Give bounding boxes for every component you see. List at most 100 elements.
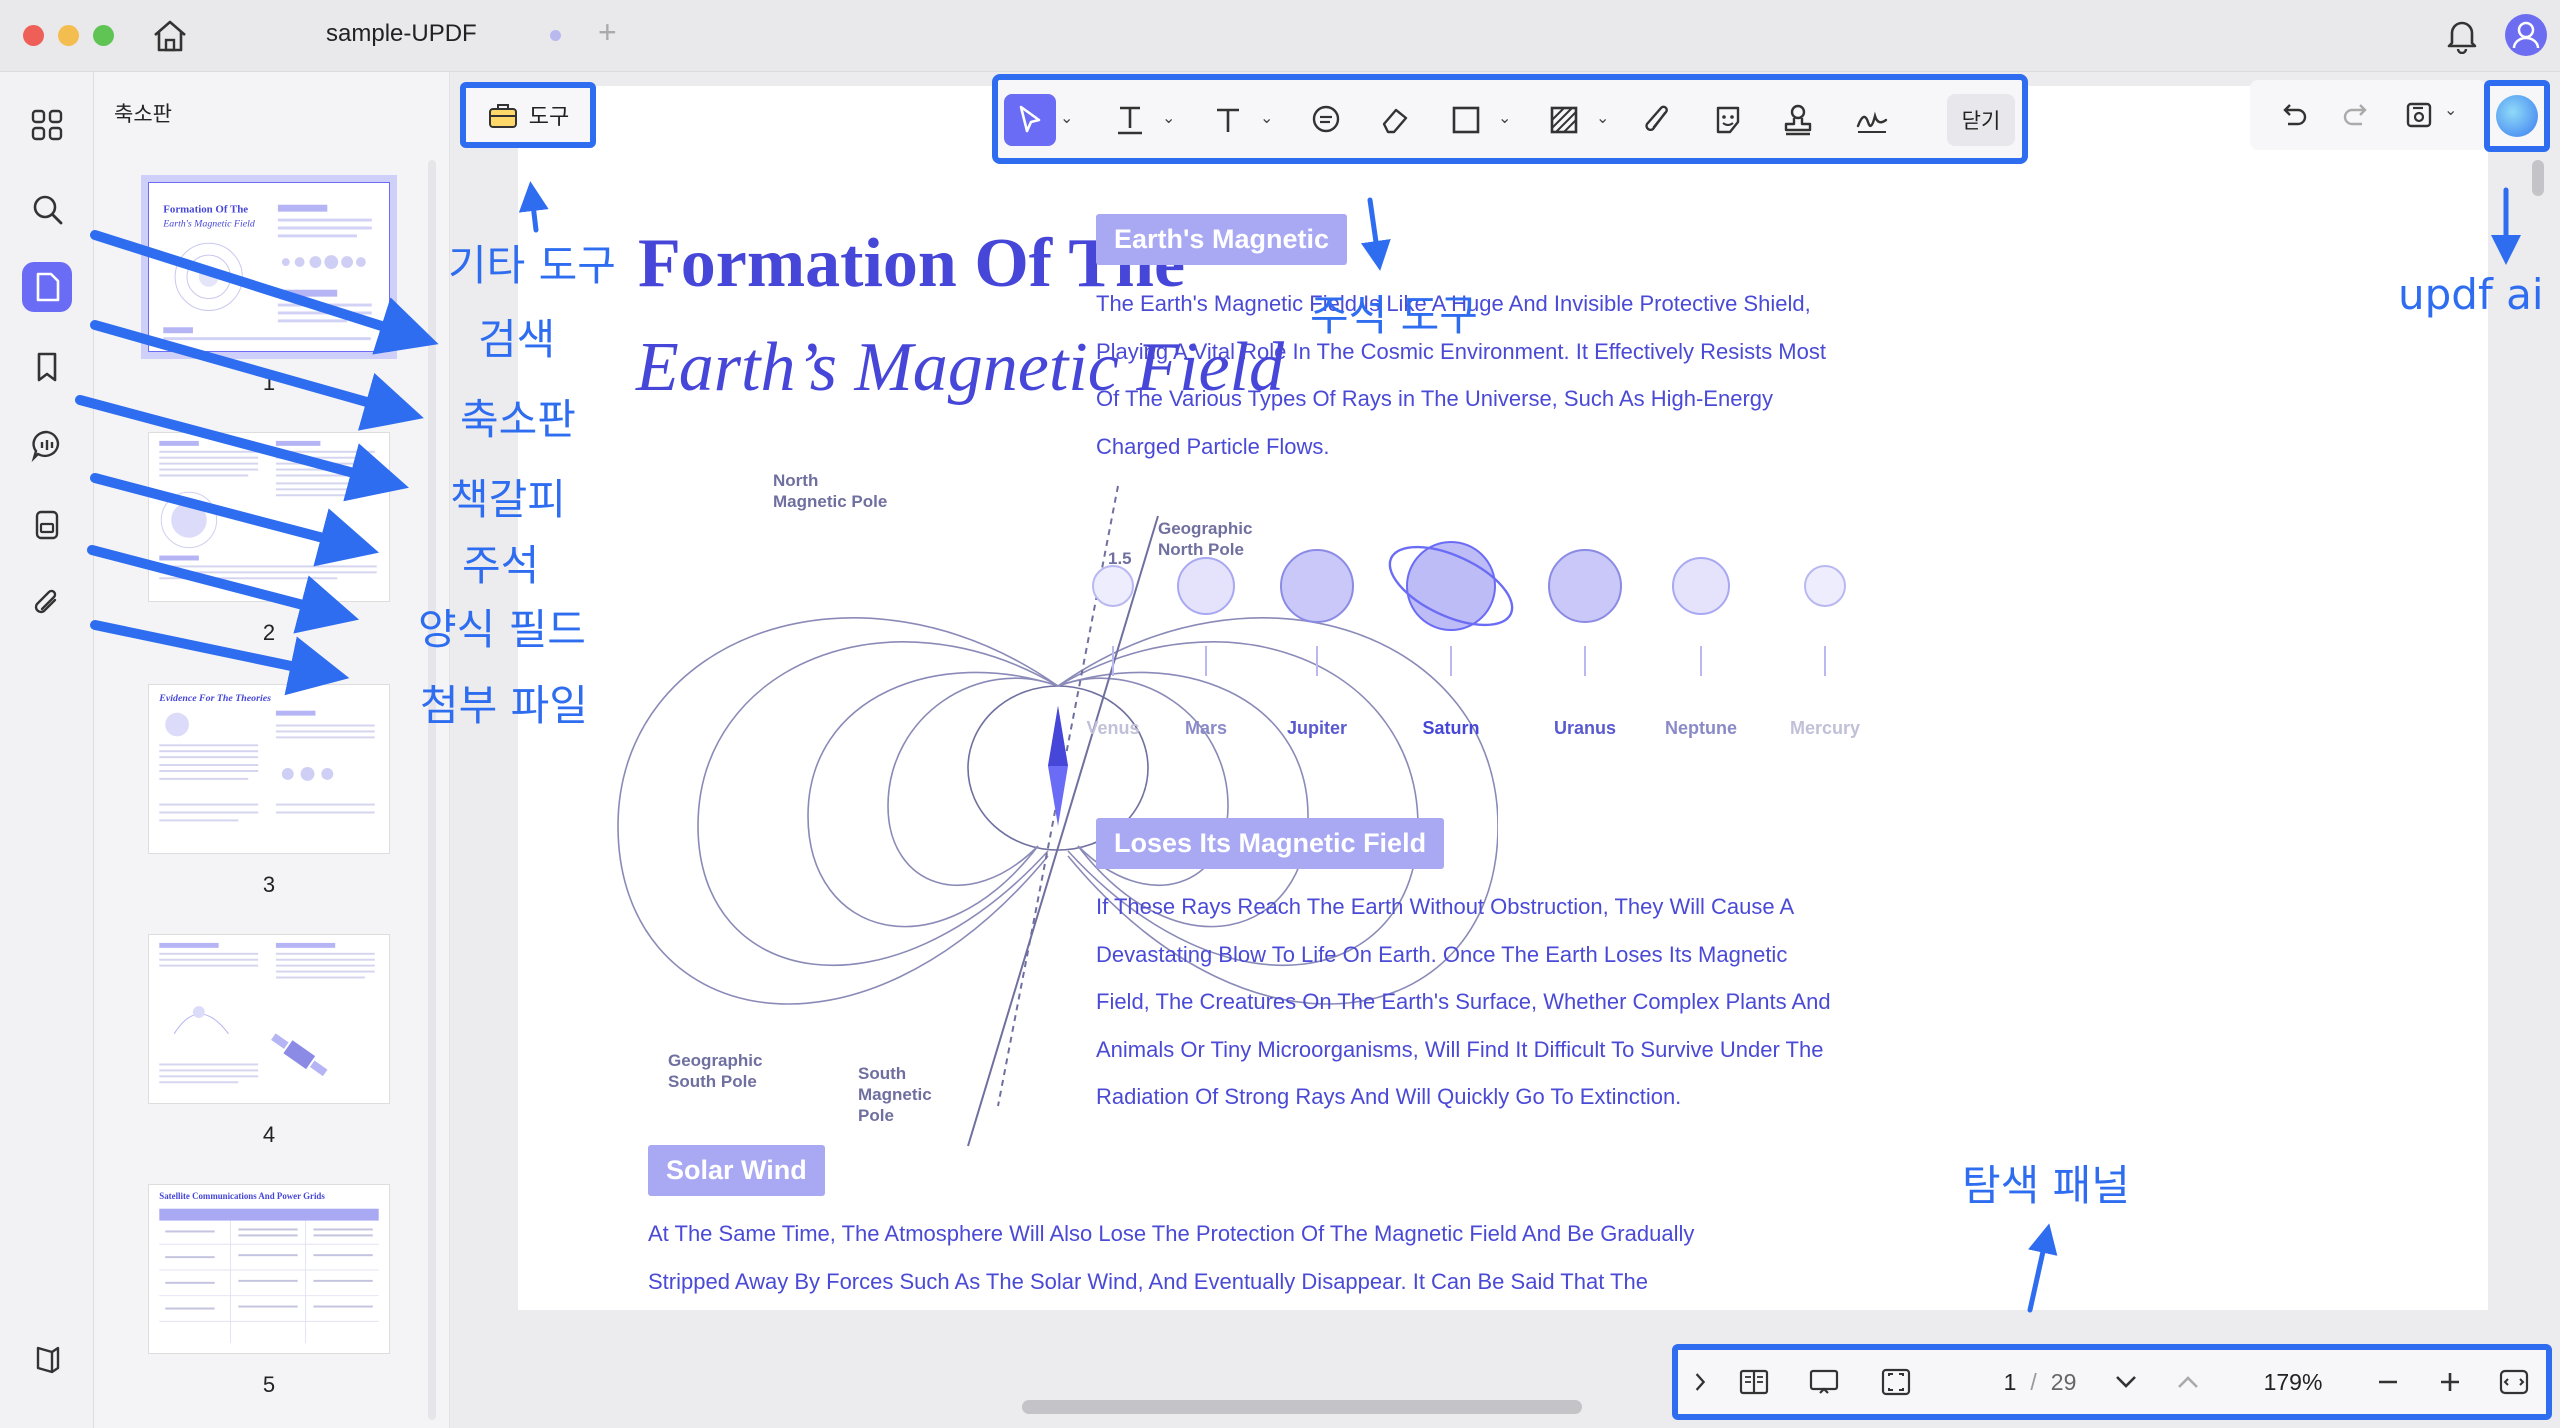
updf-ai-button[interactable] [2484,80,2550,152]
fit-width-icon[interactable] [2492,1362,2536,1402]
toolbox-icon [488,104,517,128]
section-tag-loses-magnetic-field: Loses Its Magnetic Field [1096,818,1445,869]
redo-icon[interactable] [2340,98,2374,132]
label-search: 검색 [478,315,556,364]
title-bar: sample-UPDF + [0,0,2560,72]
chevron-down-icon[interactable]: ⌄ [1162,108,1175,128]
planet-label: Uranus [1553,718,1616,738]
undo-icon[interactable] [2276,98,2310,132]
thumbnail-page-number: 2 [262,620,276,645]
svg-text:Satellite Communications And P: Satellite Communications And Power Grids [159,1191,325,1201]
left-icon-rail [0,72,94,1428]
thumbnail-page-number: 4 [262,1122,276,1147]
chevron-down-icon[interactable]: ⌄ [1596,108,1609,128]
label-annotation-tools: 주석 도구 [1310,291,1478,340]
bell-icon[interactable] [2444,16,2480,54]
current-page-input[interactable]: 1 [2004,1369,2017,1396]
close-window-button[interactable] [23,25,44,46]
svg-text:Evidence For The Theories: Evidence For The Theories [158,693,271,704]
document-horizontal-scrollbar[interactable] [1022,1400,1582,1414]
form-icon[interactable] [22,500,72,550]
bookmark-icon[interactable] [22,342,72,392]
svg-text:Magnetic Pole: Magnetic Pole [773,492,887,511]
chevron-down-icon[interactable]: ⌄ [1498,108,1511,128]
eraser-tool-icon[interactable] [1368,94,1420,146]
attachment-tool-icon[interactable] [1632,94,1684,146]
thumbnail-scrollbar[interactable] [428,160,436,1420]
planets-row [1092,541,1846,676]
previous-page-icon[interactable] [2168,1362,2208,1402]
chevron-down-icon[interactable]: ⌄ [2444,100,2457,120]
next-page-icon[interactable] [2106,1362,2146,1402]
text-tool-icon[interactable] [1202,94,1254,146]
document-tab-title[interactable]: sample-UPDF [326,20,477,48]
south-magnetic-label: South [858,1064,906,1083]
svg-text:Formation Of The: Formation Of The [163,204,248,216]
thumbnail-page-number: 1 [262,370,276,395]
planet-label: Mars [1184,718,1228,738]
area-highlight-tool-icon[interactable] [1538,94,1590,146]
shape-tool-icon[interactable] [1440,94,1492,146]
note-tool-icon[interactable] [1300,94,1352,146]
close-annotation-button[interactable]: 닫기 [1947,94,2015,146]
north-magnetic-label: North [773,471,818,490]
tools-button[interactable]: 도구 [460,82,596,148]
thumbnail-icon[interactable] [22,262,72,312]
zoom-in-icon[interactable] [2430,1362,2470,1402]
page-separator: / [2030,1368,2037,1395]
geographic-south-label: Geographic [668,1051,762,1070]
minimize-window-button[interactable] [58,25,79,46]
stamp-tool-icon[interactable] [1772,94,1824,146]
signature-tool-icon[interactable] [1846,94,1898,146]
page-layout-icon[interactable] [1732,1362,1776,1402]
presentation-icon[interactable] [1802,1362,1846,1402]
planet-label: Mercury [1789,718,1861,738]
plus-icon[interactable]: + [598,14,617,51]
page-indicator[interactable]: 1 / 29 [1970,1362,2110,1402]
attachment-icon[interactable] [22,578,72,628]
label-bookmarks: 책갈피 [450,475,566,524]
svg-text:South Pole: South Pole [668,1072,757,1091]
chevron-right-icon[interactable] [1686,1362,1716,1402]
planet-label: Neptune [1665,718,1737,738]
thumbnail-page-1[interactable]: Formation Of The Earth's Magnetic Field [141,175,397,359]
comment-icon[interactable] [22,420,72,470]
planet-label: Jupiter [1286,718,1347,738]
thumbnail-page-4[interactable] [148,934,390,1104]
total-pages: 29 [2050,1368,2077,1395]
pdf-page: Formation Of The Earth’s Magnetic Field … [518,86,2488,1310]
svg-text:Earth's Magnetic Field: Earth's Magnetic Field [162,218,255,229]
label-form-fields: 양식 필드 [418,605,586,654]
navigation-panel: 1 / 29 179% [1672,1344,2552,1420]
chevron-down-icon[interactable]: ⌄ [1060,108,1073,128]
save-icon[interactable] [2402,98,2436,132]
thumbnail-page-3[interactable]: Evidence For The Theories [148,684,390,854]
sticker-tool-icon[interactable] [1702,94,1754,146]
tools-button-label: 도구 [528,104,570,129]
thumbnail-panel: 축소판 Formation Of The Earth's Magnetic Fi… [94,72,450,1428]
thumbnail-panel-title: 축소판 [114,103,172,126]
section3-paragraph: At The Same Time, The Atmosphere Will Al… [648,1221,1695,1294]
text-highlight-tool-icon[interactable] [1104,94,1156,146]
document-vertical-scrollbar[interactable] [2532,160,2544,196]
zoom-out-icon[interactable] [2368,1362,2408,1402]
layers-icon[interactable] [22,1334,72,1384]
maximize-window-button[interactable] [93,25,114,46]
home-icon[interactable] [151,18,189,54]
grid-icon[interactable] [22,100,72,150]
annotation-toolbar: ⌄ ⌄ ⌄ ⌄ ⌄ 닫기 [992,74,2028,164]
thumbnail-page-2[interactable] [148,432,390,602]
chevron-down-icon[interactable]: ⌄ [1260,108,1273,128]
label-navigation-panel: 탐색 패널 [1962,1161,2130,1210]
zoom-level[interactable]: 179% [2238,1362,2348,1402]
fit-page-icon[interactable] [1874,1362,1918,1402]
planet-label: Saturn [1422,718,1480,738]
thumbnail-page-5[interactable]: Satellite Communications And Power Grids [148,1184,390,1354]
section2-paragraph: If These Rays Reach The Earth Without Ob… [1096,894,1831,1109]
thumbnail-page-number: 3 [262,872,276,897]
select-tool-icon[interactable] [1004,94,1056,146]
unsaved-dot-icon [550,30,561,41]
label-comments: 주석 [462,541,540,590]
user-avatar-icon[interactable] [2505,14,2547,56]
search-icon[interactable] [22,184,72,234]
